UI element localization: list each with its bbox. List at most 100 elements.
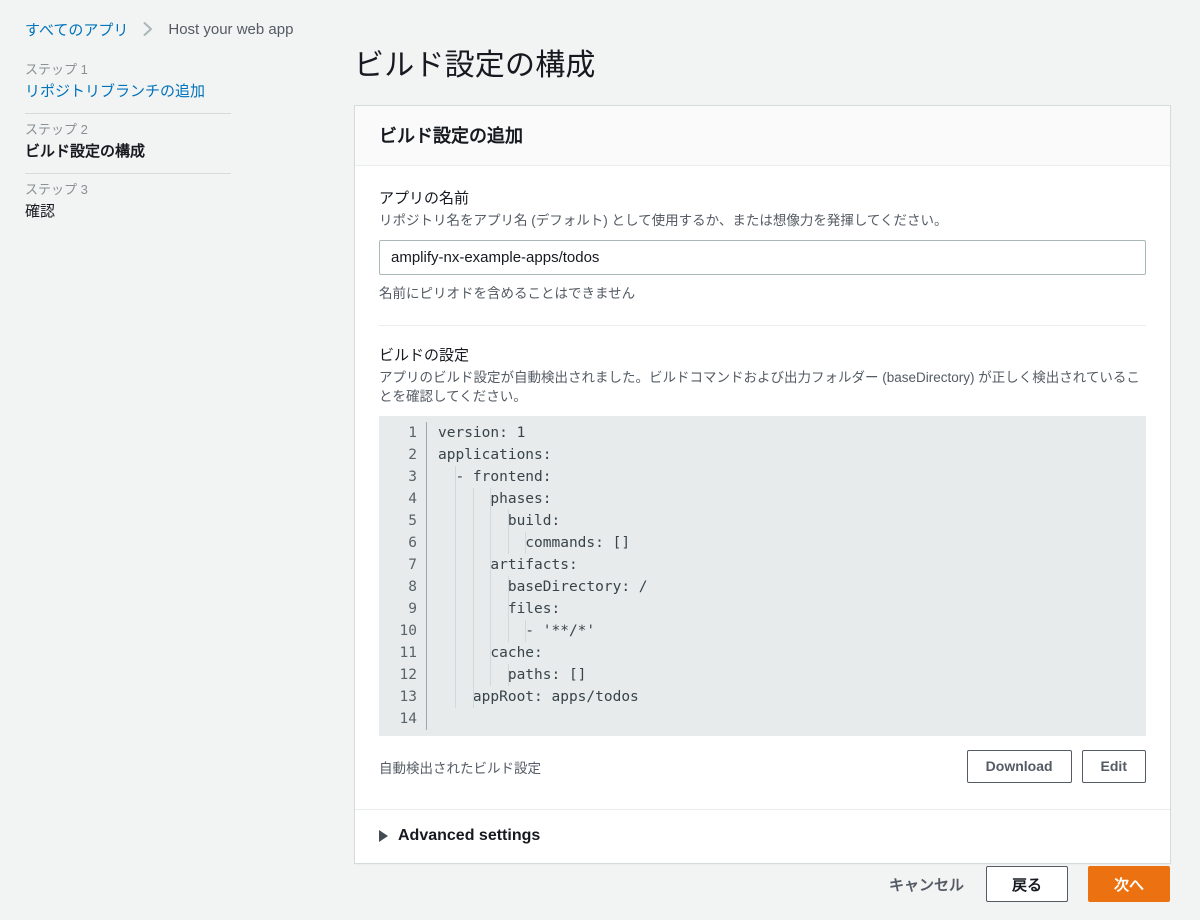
indent-guide — [472, 642, 474, 664]
wizard-step-3-number: ステップ 3 — [25, 182, 88, 197]
editor-line-number: 5 — [408, 513, 417, 529]
editor-code-text: commands: [] — [438, 535, 631, 551]
breadcrumb: すべてのアプリ Host your web app — [25, 18, 293, 40]
indent-guide — [472, 510, 474, 532]
page-title: ビルド設定の構成 — [354, 49, 596, 82]
editor-actions: Download Edit — [966, 750, 1146, 783]
edit-button[interactable]: Edit — [1081, 750, 1146, 783]
editor-code-line: artifacts: — [438, 554, 1146, 576]
editor-code-text: applications: — [438, 447, 552, 463]
app-name-label: アプリの名前 — [379, 190, 470, 207]
editor-line-numbers: 1 2 3 4 5 6 7 8 9 10 11 12 13 14 — [379, 422, 427, 730]
indent-guide — [507, 598, 509, 620]
build-settings-description: アプリのビルド設定が自動検出されました。ビルドコマンドおよび出力フォルダー (b… — [379, 370, 1140, 404]
wizard-step-2-title: ビルド設定の構成 — [25, 143, 146, 160]
editor-code-text: version: 1 — [438, 425, 526, 441]
editor-code-text: artifacts: — [438, 557, 578, 573]
chevron-right-icon — [134, 20, 162, 38]
indent-guide — [472, 532, 474, 554]
wizard-step-3-title: 確認 — [25, 203, 56, 220]
back-button[interactable]: 戻る — [986, 866, 1068, 902]
editor-line-number: 14 — [399, 711, 417, 727]
editor-line-number: 9 — [408, 601, 417, 617]
indent-guide — [490, 576, 492, 598]
editor-code-line: paths: [] — [438, 664, 1146, 686]
editor-code-text: appRoot: apps/todos — [438, 689, 639, 705]
editor-code-line: build: — [438, 510, 1146, 532]
indent-guide — [490, 620, 492, 642]
caret-right-icon — [379, 830, 388, 842]
editor-line-number: 6 — [408, 535, 417, 551]
build-settings-card: ビルド設定の追加 アプリの名前 リポジトリ名をアプリ名 (デフォルト) として使… — [354, 105, 1171, 864]
indent-guide — [455, 510, 457, 532]
next-button[interactable]: 次へ — [1088, 866, 1170, 902]
app-name-hint: 名前にピリオドを含めることはできません — [379, 286, 636, 301]
editor-code-line: files: — [438, 598, 1146, 620]
indent-guide — [455, 554, 457, 576]
wizard-step-3: ステップ 3 確認 — [25, 174, 231, 233]
indent-guide — [490, 598, 492, 620]
indent-guide — [507, 576, 509, 598]
editor-code-line: applications: — [438, 444, 1146, 466]
wizard-footer-actions: キャンセル 戻る 次へ — [887, 866, 1170, 902]
wizard-step-2: ステップ 2 ビルド設定の構成 — [25, 114, 231, 173]
indent-guide — [455, 686, 457, 708]
indent-guide — [507, 510, 509, 532]
download-button[interactable]: Download — [966, 750, 1072, 783]
indent-guide — [507, 620, 509, 642]
editor-code-text: baseDirectory: / — [438, 579, 648, 595]
indent-guide — [490, 664, 492, 686]
editor-line-number: 10 — [399, 623, 417, 639]
indent-guide — [472, 686, 474, 708]
editor-code-line: version: 1 — [438, 422, 1146, 444]
editor-footer-note: 自動検出されたビルド設定 — [379, 760, 541, 776]
editor-code-text: paths: [] — [438, 667, 587, 683]
editor-code-line — [438, 708, 1146, 730]
breadcrumb-current: Host your web app — [168, 20, 294, 38]
indent-guide — [490, 510, 492, 532]
section-divider — [379, 325, 1146, 326]
indent-guide — [455, 664, 457, 686]
editor-line-number: 11 — [399, 645, 417, 661]
wizard-step-2-number: ステップ 2 — [25, 122, 88, 137]
editor-code-line: baseDirectory: / — [438, 576, 1146, 598]
indent-guide — [490, 554, 492, 576]
indent-guide — [472, 664, 474, 686]
indent-guide — [490, 488, 492, 510]
editor-code-line: - frontend: — [438, 466, 1146, 488]
card-body: アプリの名前 リポジトリ名をアプリ名 (デフォルト) として使用するか、または想… — [355, 166, 1170, 863]
editor-code-line: phases: — [438, 488, 1146, 510]
advanced-settings-toggle[interactable]: Advanced settings — [379, 810, 1146, 863]
indent-guide — [472, 576, 474, 598]
build-settings-section: ビルドの設定 アプリのビルド設定が自動検出されました。ビルドコマンドおよび出力フ… — [379, 345, 1146, 783]
buildspec-code-editor[interactable]: 1 2 3 4 5 6 7 8 9 10 11 12 13 14 version: 1 applicatio… — [379, 416, 1146, 736]
indent-guide — [490, 642, 492, 664]
editor-code-line: commands: [] — [438, 532, 1146, 554]
wizard-step-1-title[interactable]: リポジトリブランチの追加 — [25, 80, 231, 113]
indent-guide — [455, 488, 457, 510]
indent-guide — [455, 642, 457, 664]
breadcrumb-link-all-apps[interactable]: すべてのアプリ — [25, 19, 128, 40]
indent-guide — [472, 488, 474, 510]
main-content: ビルド設定の構成 ビルド設定の追加 アプリの名前 リポジトリ名をアプリ名 (デフ… — [354, 46, 1171, 864]
indent-guide — [455, 620, 457, 642]
indent-guide — [507, 532, 509, 554]
app-name-description: リポジトリ名をアプリ名 (デフォルト) として使用するか、または想像力を発揮して… — [379, 213, 948, 228]
indent-guide — [507, 664, 509, 686]
editor-line-number: 12 — [399, 667, 417, 683]
editor-code-content[interactable]: version: 1 applications: - frontend: phas… — [427, 422, 1146, 730]
editor-line-number: 4 — [408, 491, 417, 507]
editor-line-number: 2 — [408, 447, 417, 463]
card-header: ビルド設定の追加 — [355, 106, 1170, 166]
editor-code-text — [438, 711, 447, 727]
indent-guide — [472, 598, 474, 620]
app-name-input[interactable] — [379, 240, 1146, 275]
editor-line-number: 7 — [408, 557, 417, 573]
editor-line-number: 3 — [408, 469, 417, 485]
editor-code-line: appRoot: apps/todos — [438, 686, 1146, 708]
indent-guide — [525, 620, 527, 642]
editor-line-number: 1 — [408, 425, 417, 441]
cancel-button[interactable]: キャンセル — [887, 874, 966, 895]
build-settings-label: ビルドの設定 — [379, 347, 470, 364]
editor-code-line: cache: — [438, 642, 1146, 664]
